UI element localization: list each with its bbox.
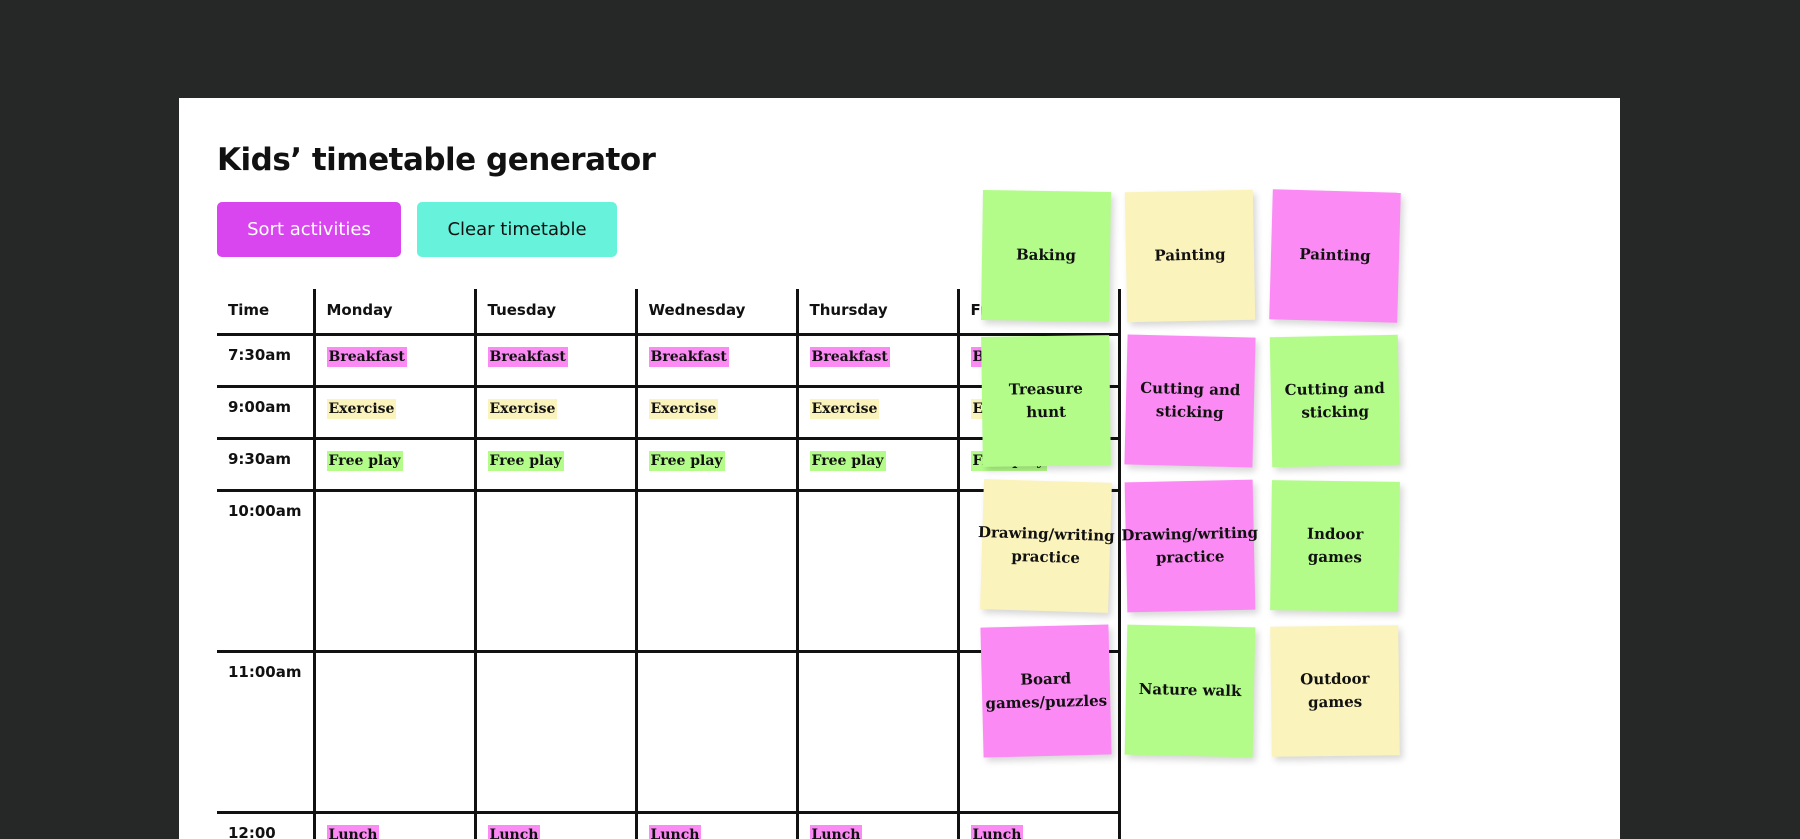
activity-tag[interactable]: Breakfast xyxy=(487,346,568,368)
header-wednesday: Wednesday xyxy=(634,289,799,336)
activity-tag[interactable]: Lunch xyxy=(648,824,702,839)
slot-thursday[interactable] xyxy=(795,649,960,814)
slot-thursday[interactable] xyxy=(795,488,960,653)
activity-tag[interactable]: Breakfast xyxy=(809,346,890,368)
activity-note-label: Board games/puzzles xyxy=(985,669,1108,713)
slot-wednesday[interactable]: Exercise xyxy=(634,384,799,440)
activity-note[interactable]: Drawing/writing practice xyxy=(1121,479,1258,613)
activity-tag[interactable]: Free play xyxy=(809,450,886,472)
activity-tag[interactable]: Exercise xyxy=(326,398,397,420)
clear-timetable-button[interactable]: Clear timetable xyxy=(417,202,617,257)
slot-monday[interactable]: Free play xyxy=(312,436,477,492)
activity-note-label: Drawing/writing practice xyxy=(977,522,1115,568)
time-cell: 9:30am xyxy=(217,436,316,492)
activity-note[interactable]: Drawing/writing practice xyxy=(977,479,1115,613)
slot-monday[interactable]: Breakfast xyxy=(312,332,477,388)
activity-note[interactable]: Outdoor games xyxy=(1270,625,1400,757)
activity-tag[interactable]: Lunch xyxy=(970,824,1024,839)
time-cell: 11:00am xyxy=(217,649,316,814)
slot-friday[interactable]: Lunch xyxy=(956,810,1121,839)
activity-note-label: Indoor games xyxy=(1306,524,1364,567)
activity-tag[interactable]: Breakfast xyxy=(648,346,729,368)
activity-tag[interactable]: Exercise xyxy=(487,398,558,420)
activity-note[interactable]: Nature walk xyxy=(1124,624,1256,758)
time-cell: 12:00 xyxy=(217,810,316,839)
activity-note-label: Outdoor games xyxy=(1300,669,1370,712)
slot-thursday[interactable]: Exercise xyxy=(795,384,960,440)
activity-note-label: Painting xyxy=(1154,245,1226,266)
slot-monday[interactable]: Lunch xyxy=(312,810,477,839)
slot-thursday[interactable]: Lunch xyxy=(795,810,960,839)
activity-note[interactable]: Cutting and sticking xyxy=(1269,334,1401,468)
slot-monday[interactable]: Exercise xyxy=(312,384,477,440)
activity-tag[interactable]: Free play xyxy=(326,450,403,472)
activity-tag[interactable]: Breakfast xyxy=(326,346,407,368)
activity-note-label: Painting xyxy=(1299,245,1371,266)
slot-monday[interactable] xyxy=(312,649,477,814)
header-time: Time xyxy=(217,289,316,336)
timetable-card: Kids’ timetable generator Sort activitie… xyxy=(179,98,1620,839)
table-row: 12:00 Lunch Lunch Lunch Lunch Lunch xyxy=(217,810,1121,839)
activity-tag[interactable]: Free play xyxy=(648,450,725,472)
slot-monday[interactable] xyxy=(312,488,477,653)
page-title: Kids’ timetable generator xyxy=(217,142,656,178)
slot-thursday[interactable]: Breakfast xyxy=(795,332,960,388)
activity-note[interactable]: Baking xyxy=(980,190,1112,322)
activity-note-label: Nature walk xyxy=(1138,680,1242,701)
slot-wednesday[interactable]: Free play xyxy=(634,436,799,492)
activity-note-label: Cutting and sticking xyxy=(1284,378,1385,422)
slot-wednesday[interactable]: Lunch xyxy=(634,810,799,839)
activity-tag[interactable]: Lunch xyxy=(326,824,380,839)
activity-note[interactable]: Treasure hunt xyxy=(981,335,1111,467)
slot-tuesday[interactable]: Free play xyxy=(473,436,638,492)
slot-tuesday[interactable]: Lunch xyxy=(473,810,638,839)
sort-activities-button[interactable]: Sort activities xyxy=(217,202,401,257)
header-tuesday: Tuesday xyxy=(473,289,638,336)
activity-tag[interactable]: Exercise xyxy=(648,398,719,420)
activity-note-label: Treasure hunt xyxy=(1008,379,1083,422)
activity-tag[interactable]: Free play xyxy=(487,450,564,472)
activity-tag[interactable]: Exercise xyxy=(809,398,880,420)
activity-note[interactable]: Board games/puzzles xyxy=(980,624,1112,758)
header-monday: Monday xyxy=(312,289,477,336)
time-cell: 10:00am xyxy=(217,488,316,653)
activity-note-label: Drawing/writing practice xyxy=(1121,523,1259,567)
activity-tag[interactable]: Lunch xyxy=(809,824,863,839)
slot-wednesday[interactable] xyxy=(634,488,799,653)
time-cell: 7:30am xyxy=(217,332,316,388)
slot-tuesday[interactable]: Exercise xyxy=(473,384,638,440)
slot-thursday[interactable]: Free play xyxy=(795,436,960,492)
activity-note-label: Cutting and sticking xyxy=(1140,378,1241,422)
activity-note[interactable]: Cutting and sticking xyxy=(1124,334,1256,468)
header-thursday: Thursday xyxy=(795,289,960,336)
activity-note[interactable]: Indoor games xyxy=(1270,480,1400,612)
activity-note[interactable]: Painting xyxy=(1124,189,1256,323)
activity-tag[interactable]: Lunch xyxy=(487,824,541,839)
time-cell: 9:00am xyxy=(217,384,316,440)
slot-tuesday[interactable]: Breakfast xyxy=(473,332,638,388)
activity-note[interactable]: Painting xyxy=(1269,189,1401,323)
slot-wednesday[interactable] xyxy=(634,649,799,814)
activity-note-label: Baking xyxy=(1015,245,1077,265)
slot-tuesday[interactable] xyxy=(473,488,638,653)
slot-wednesday[interactable]: Breakfast xyxy=(634,332,799,388)
slot-tuesday[interactable] xyxy=(473,649,638,814)
